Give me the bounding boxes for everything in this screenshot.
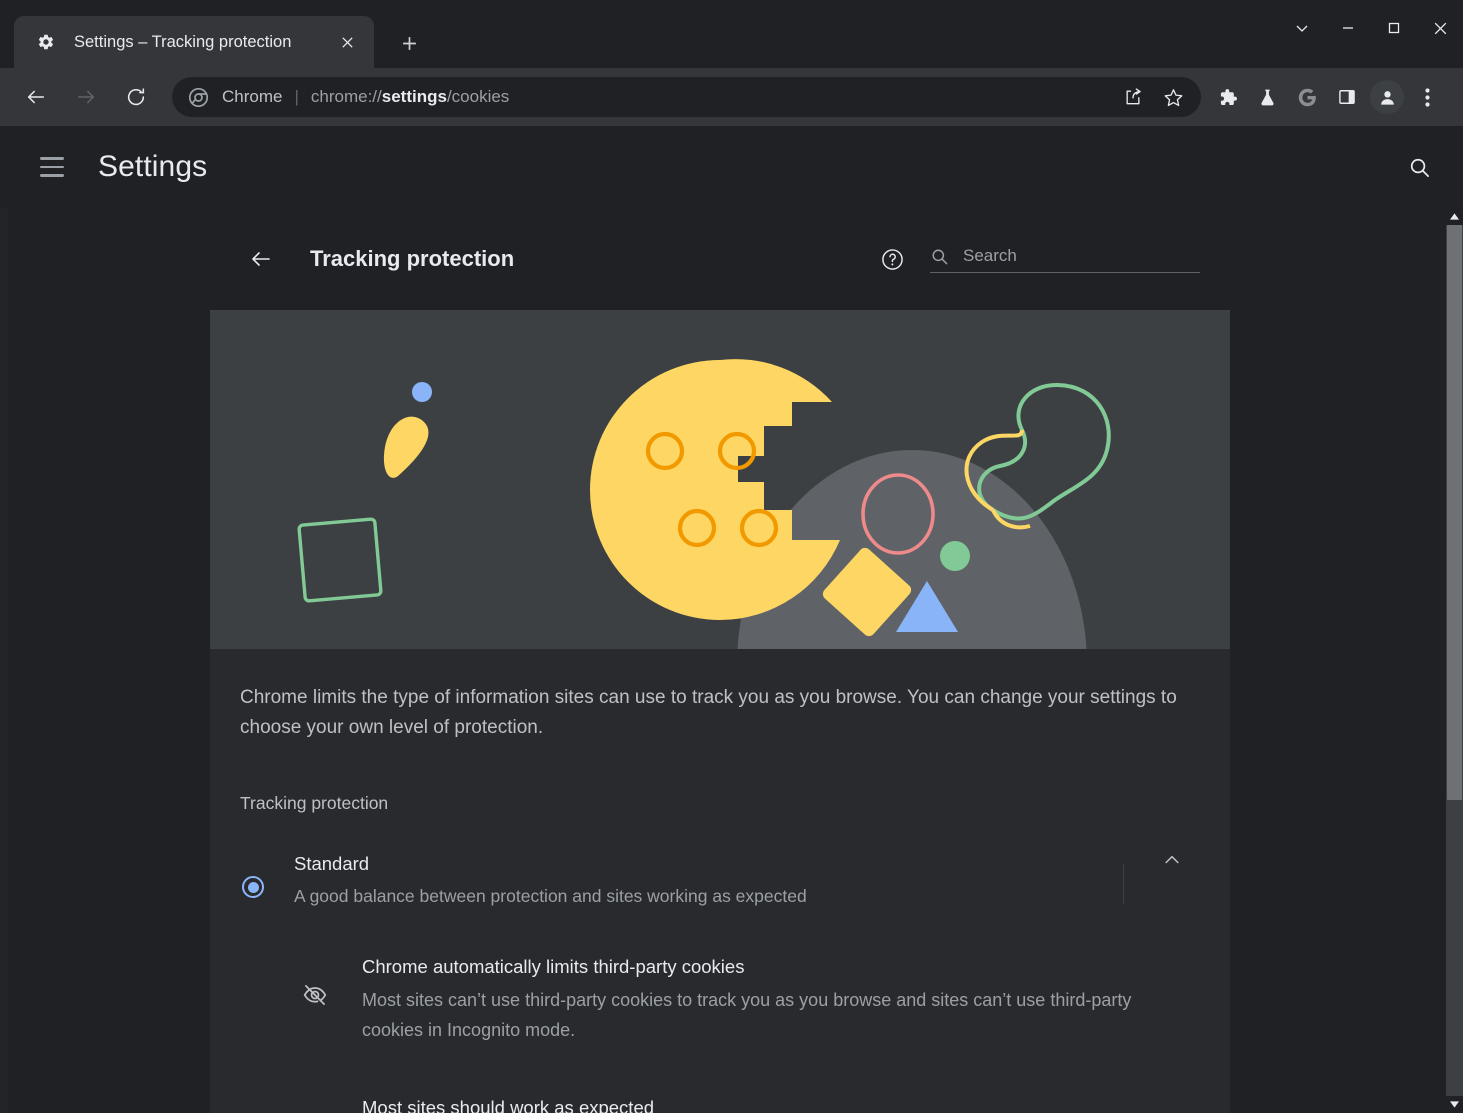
green-dot-shape — [940, 541, 970, 571]
option-text-standard: Standard A good balance between protecti… — [294, 850, 1123, 910]
close-icon[interactable] — [1417, 5, 1463, 51]
hamburger-line — [40, 166, 64, 169]
page-header: Tracking protection — [210, 208, 1230, 310]
settings-main-card: Tracking protection — [210, 208, 1230, 1113]
search-input[interactable] — [963, 246, 1200, 266]
scroll-up-arrow-icon[interactable] — [1446, 208, 1463, 225]
search-icon — [930, 247, 949, 266]
url-prefix: chrome:// — [311, 87, 382, 106]
address-bar[interactable]: Chrome | chrome://settings/cookies — [172, 77, 1201, 117]
url-suffix: /cookies — [447, 87, 509, 106]
extensions-puzzle-icon[interactable] — [1207, 77, 1247, 117]
scrollbar-thumb[interactable] — [1447, 225, 1462, 800]
profile-avatar-icon[interactable] — [1370, 80, 1404, 114]
omnibox-url: chrome://settings/cookies — [311, 87, 1113, 107]
eye-off-icon — [300, 982, 330, 1008]
forward-arrow-icon[interactable] — [66, 77, 106, 117]
help-icon[interactable] — [872, 239, 912, 279]
back-arrow-icon[interactable] — [16, 77, 56, 117]
row-divider — [1123, 864, 1124, 904]
settings-top-bar: Settings — [0, 126, 1463, 208]
new-tab-button[interactable] — [392, 26, 426, 60]
page-scrollbar[interactable] — [1446, 208, 1463, 1113]
settings-card-body: Chrome limits the type of information si… — [210, 649, 1230, 1113]
page-description: Chrome limits the type of information si… — [240, 649, 1200, 743]
settings-search-icon[interactable] — [1397, 145, 1441, 189]
maximize-icon[interactable] — [1371, 5, 1417, 51]
chevron-up-icon[interactable] — [1144, 850, 1200, 870]
detail-text-cookies: Chrome automatically limits third-party … — [362, 952, 1200, 1045]
hamburger-line — [40, 157, 64, 160]
settings-title: Settings — [98, 150, 207, 184]
tab-search-chevron-down-icon[interactable] — [1279, 5, 1325, 51]
browser-toolbar: Chrome | chrome://settings/cookies — [0, 68, 1463, 126]
main-menu-hamburger-icon[interactable] — [30, 145, 74, 189]
radio-selected-dot — [248, 882, 259, 893]
url-bold: settings — [382, 87, 447, 106]
radio-standard[interactable] — [242, 876, 264, 898]
omnibox-actions — [1113, 77, 1193, 117]
labs-flask-icon[interactable] — [1247, 77, 1287, 117]
scrollbar-track[interactable] — [1446, 225, 1463, 1096]
tab-title: Settings – Tracking protection — [74, 33, 326, 52]
gear-icon — [36, 32, 56, 52]
page-back-arrow-icon[interactable] — [240, 238, 282, 280]
toolbar-right-icons — [1207, 77, 1447, 117]
hamburger-line — [40, 174, 64, 177]
three-dot-menu-icon[interactable] — [1407, 77, 1447, 117]
page-title: Tracking protection — [310, 246, 514, 272]
section-label-tracking-protection: Tracking protection — [240, 743, 1200, 814]
omnibox-chip-label: Chrome — [222, 87, 282, 107]
side-panel-icon[interactable] — [1327, 77, 1367, 117]
settings-search-field[interactable] — [930, 246, 1200, 273]
window-controls — [1279, 0, 1463, 56]
settings-content-area: Tracking protection — [0, 208, 1463, 1113]
detail-title-sites-work: Most sites should work as expected — [240, 1045, 1200, 1113]
chrome-logo-icon — [186, 85, 210, 109]
cookie-tracking-illustration — [210, 310, 1230, 649]
right-gutter — [1230, 208, 1463, 1113]
browser-window: Settings – Tracking protection — [0, 0, 1463, 1113]
omnibox-separator: | — [294, 87, 298, 107]
option-row-standard[interactable]: Standard A good balance between protecti… — [240, 814, 1200, 910]
illustration-svg — [210, 310, 1230, 649]
share-icon[interactable] — [1113, 77, 1153, 117]
tab-strip: Settings – Tracking protection — [0, 0, 1463, 68]
minimize-icon[interactable] — [1325, 5, 1371, 51]
scroll-down-arrow-icon[interactable] — [1446, 1096, 1463, 1113]
tab-close-icon[interactable] — [334, 29, 360, 55]
detail-title: Chrome automatically limits third-party … — [362, 952, 1160, 982]
settings-nav-rail — [0, 208, 210, 1113]
browser-tab[interactable]: Settings – Tracking protection — [14, 16, 374, 68]
reload-icon[interactable] — [116, 77, 156, 117]
detail-block-cookies: Chrome automatically limits third-party … — [240, 910, 1200, 1045]
google-g-icon[interactable] — [1287, 77, 1327, 117]
option-subtitle: A good balance between protection and si… — [294, 882, 1103, 910]
detail-body: Most sites can’t use third-party cookies… — [362, 985, 1160, 1045]
bookmark-star-icon[interactable] — [1153, 77, 1193, 117]
option-title: Standard — [294, 850, 1103, 878]
blue-dot-shape — [412, 382, 432, 402]
page-header-actions — [872, 239, 1200, 279]
